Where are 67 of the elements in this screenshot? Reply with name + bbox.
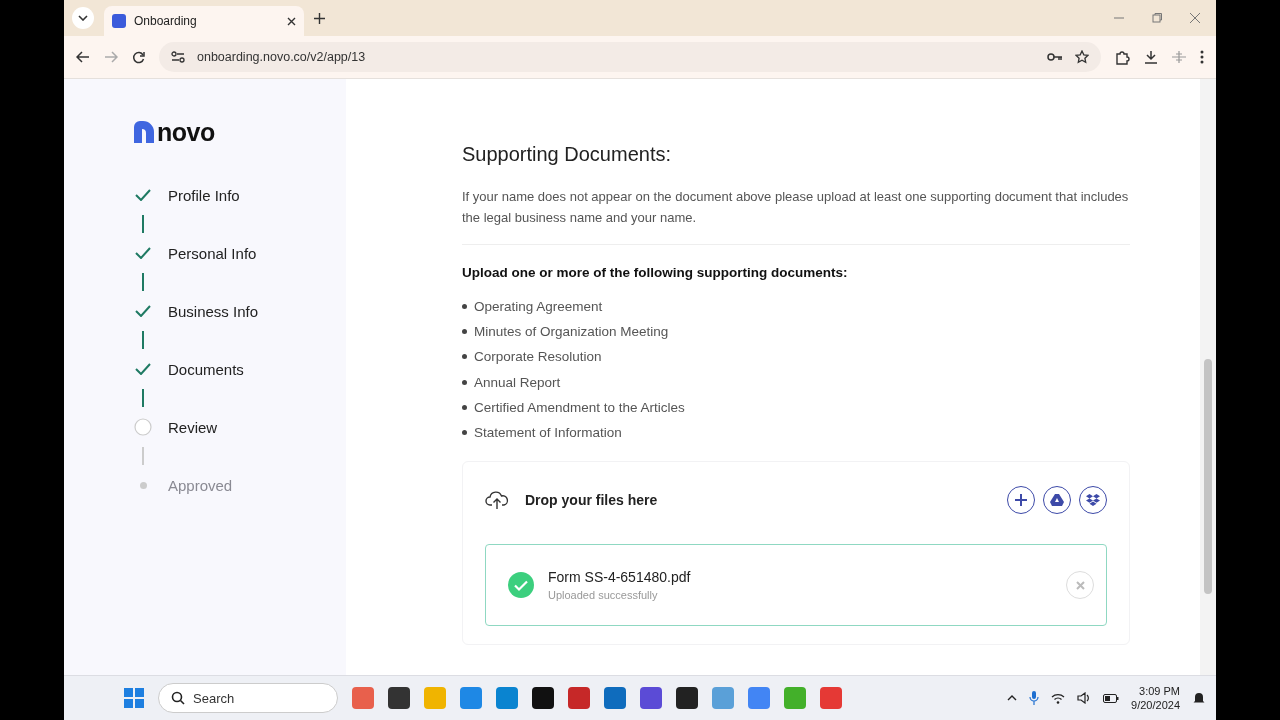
document-item: Annual Report [474, 374, 561, 390]
new-tab-icon[interactable] [314, 12, 325, 24]
wifi-icon[interactable] [1051, 692, 1066, 704]
taskbar-search-field[interactable]: Search [158, 683, 338, 713]
section-title: Supporting Documents: [462, 143, 672, 166]
cloud-upload-icon [485, 490, 509, 511]
document-item: Minutes of Organization Meeting [474, 324, 669, 340]
box-icon [1086, 494, 1100, 507]
search-icon [171, 691, 185, 705]
description-text: If your name does not appear on the document above please upload at least one supporting document that includes the legal business name and your name. [462, 186, 1130, 245]
add-file-button[interactable] [1007, 486, 1035, 515]
step-label: Documents [168, 360, 244, 378]
drive-button[interactable] [1043, 486, 1071, 515]
favicon-icon [112, 14, 126, 28]
browser-tab[interactable]: Onboarding [104, 6, 304, 36]
taskbar-app-icon[interactable] [676, 687, 698, 709]
notification-bell-icon[interactable] [1192, 691, 1206, 705]
address-bar[interactable]: onboarding.novo.co/v2/app/13 [159, 42, 1101, 72]
chevron-up-icon[interactable] [1007, 695, 1018, 701]
star-icon[interactable] [1075, 50, 1089, 64]
document-item: Certified Amendment to the Articles [474, 399, 685, 415]
mic-icon[interactable] [1029, 691, 1040, 705]
clock-date[interactable]: 9/20/2024 [1131, 698, 1180, 712]
success-check-icon [508, 572, 534, 599]
volume-icon[interactable] [1077, 692, 1092, 704]
document-item: Statement of Information [474, 425, 622, 441]
taskbar-app-icon[interactable] [388, 687, 410, 709]
bullet-icon [462, 329, 467, 335]
close-icon[interactable] [287, 16, 296, 26]
key-icon[interactable] [1047, 52, 1063, 62]
step-label: Personal Info [168, 244, 257, 262]
dropbox-button[interactable] [1079, 486, 1107, 515]
back-icon[interactable] [76, 51, 90, 63]
taskbar-app-icon[interactable] [532, 687, 554, 709]
upload-status: Uploaded successfully [548, 589, 659, 602]
download-icon[interactable] [1144, 50, 1158, 64]
document-item: Corporate Resolution [474, 349, 602, 365]
menu-icon[interactable] [1200, 50, 1204, 64]
battery-icon[interactable] [1103, 693, 1120, 703]
extensions-icon[interactable] [1115, 49, 1130, 65]
list-heading: Upload one or more of the following supporting documents: [462, 265, 849, 280]
tab-list-button[interactable] [72, 7, 94, 29]
chevron-down-icon [78, 15, 88, 21]
bullet-icon [462, 404, 467, 410]
document-item: Operating Agreement [474, 299, 603, 315]
triangle-icon [1050, 494, 1064, 507]
dropzone-label: Drop your files here [525, 492, 659, 509]
scrollbar[interactable] [1200, 79, 1216, 675]
reload-icon[interactable] [132, 50, 145, 64]
site-settings-icon[interactable] [171, 51, 185, 63]
step-label: Approved [168, 476, 233, 494]
bullet-icon [462, 354, 467, 360]
restore-icon[interactable] [1152, 13, 1162, 23]
bullet-icon [462, 430, 467, 436]
close-icon [1075, 580, 1085, 590]
bullet-icon [462, 304, 467, 310]
plus-icon [1015, 494, 1027, 507]
bullet-icon [462, 379, 467, 385]
step-label: Business Info [168, 302, 259, 320]
step-label: Review [168, 418, 218, 436]
file-name: Form SS-4-651480.pdf [548, 569, 692, 586]
logo-icon [134, 121, 154, 143]
step-label: Profile Info [168, 186, 240, 204]
start-icon[interactable] [124, 688, 144, 708]
dropzone[interactable]: Drop your files here Form SS-4-651480.pdf Uploaded successfully [462, 461, 1130, 646]
logo-text: novo [157, 121, 215, 143]
clock-time[interactable]: 3:09 PM [1139, 684, 1180, 698]
